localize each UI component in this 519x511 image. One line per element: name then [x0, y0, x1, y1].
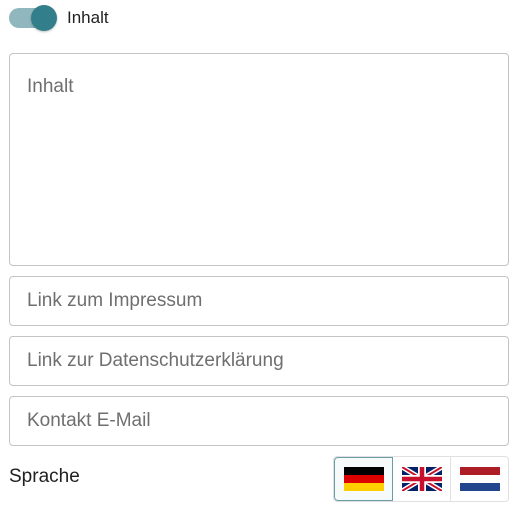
email-placeholder: Kontakt E-Mail — [27, 410, 151, 431]
content-toggle[interactable]: Inhalt — [9, 5, 109, 31]
language-option-german[interactable] — [334, 457, 393, 501]
language-label: Sprache — [9, 466, 80, 487]
content-placeholder: Inhalt — [27, 76, 74, 97]
content-textarea[interactable]: Inhalt — [9, 53, 509, 266]
impressum-placeholder: Link zum Impressum — [27, 290, 203, 311]
uk-flag-icon — [401, 467, 442, 491]
netherlands-flag-icon — [459, 467, 500, 491]
language-option-english[interactable] — [393, 457, 451, 501]
german-flag-icon — [343, 467, 384, 491]
toggle-switch[interactable] — [9, 5, 57, 31]
language-selector — [333, 456, 509, 502]
language-option-dutch[interactable] — [451, 457, 508, 501]
toggle-label: Inhalt — [67, 8, 109, 27]
toggle-knob — [31, 5, 57, 31]
impressum-link-input[interactable]: Link zum Impressum — [9, 276, 509, 326]
contact-email-input[interactable]: Kontakt E-Mail — [9, 396, 509, 446]
privacy-link-input[interactable]: Link zur Datenschutzerklärung — [9, 336, 509, 386]
privacy-placeholder: Link zur Datenschutzerklärung — [27, 350, 284, 371]
